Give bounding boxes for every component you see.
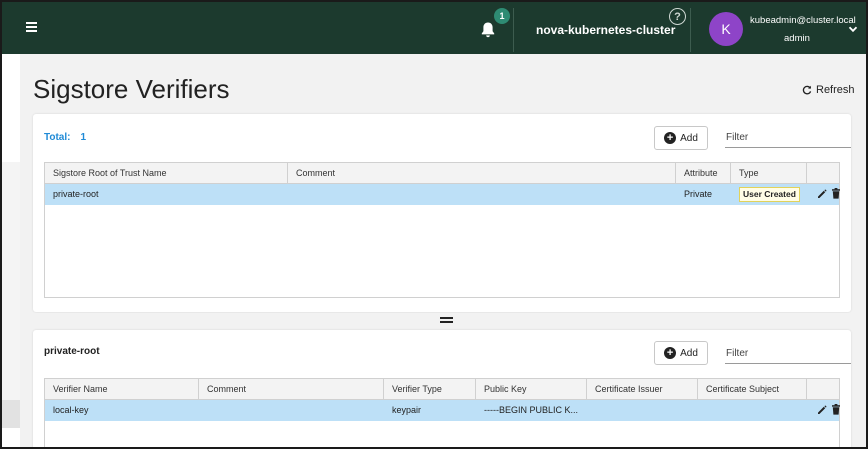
- user-role: admin: [784, 33, 810, 44]
- divider: [690, 8, 691, 52]
- selected-root-title: private-root: [44, 346, 100, 357]
- type-badge: User Created: [739, 187, 800, 202]
- page-title: Sigstore Verifiers: [33, 74, 230, 104]
- pencil-icon[interactable]: [817, 404, 827, 415]
- roots-of-trust-panel: Total: 1 + Add Sigstore Root of Trust Nam…: [33, 114, 851, 312]
- left-sidebar-region: [2, 400, 20, 428]
- roots-table-header: Sigstore Root of Trust Name Comment Attr…: [45, 163, 839, 184]
- total-value: 1: [80, 132, 87, 143]
- column-header-verifier-type[interactable]: Verifier Type: [384, 379, 476, 400]
- refresh-label: Refresh: [816, 84, 855, 96]
- trash-icon[interactable]: [831, 404, 841, 415]
- cell-certificate-issuer: [587, 400, 595, 421]
- table-row[interactable]: private-root Private User Created: [45, 184, 841, 205]
- cell-attribute: Private: [684, 189, 713, 199]
- table-row[interactable]: local-key keypair -----BEGIN PUBLIC K...: [45, 400, 841, 421]
- add-root-button[interactable]: + Add: [654, 126, 708, 150]
- cell-comment: [199, 400, 207, 421]
- column-header-actions: [807, 163, 841, 184]
- hamburger-menu-icon[interactable]: [26, 22, 37, 33]
- column-header-type[interactable]: Type: [731, 163, 807, 184]
- cell-verifier-type: keypair: [392, 405, 422, 415]
- verifiers-table: Verifier Name Comment Verifier Type Publ…: [44, 378, 841, 447]
- column-header-certificate-subject[interactable]: Certificate Subject: [698, 379, 807, 400]
- plus-circle-icon: +: [664, 347, 677, 359]
- cell-comment: [288, 184, 296, 205]
- total-label: Total:: [44, 132, 71, 143]
- add-verifier-button[interactable]: + Add: [654, 341, 708, 365]
- trash-icon[interactable]: [831, 188, 841, 199]
- notification-count-badge: 1: [494, 8, 510, 24]
- refresh-button[interactable]: Refresh: [802, 84, 855, 96]
- help-icon[interactable]: ?: [669, 8, 686, 25]
- column-header-comment[interactable]: Comment: [288, 163, 676, 184]
- drag-handle-icon[interactable]: [440, 317, 453, 323]
- cluster-name[interactable]: nova-kubernetes-cluster: [536, 23, 675, 37]
- verifiers-panel: private-root + Add Verifier Name Comment…: [33, 330, 851, 447]
- roots-table: Sigstore Root of Trust Name Comment Attr…: [44, 162, 840, 298]
- cell-verifier-name: local-key: [53, 405, 89, 415]
- cell-public-key: -----BEGIN PUBLIC K...: [484, 405, 579, 415]
- bell-icon[interactable]: [480, 21, 496, 39]
- cell-certificate-subject: [698, 400, 706, 421]
- column-header-certificate-issuer[interactable]: Certificate Issuer: [587, 379, 698, 400]
- pencil-icon[interactable]: [817, 188, 827, 199]
- top-navigation-bar: 1 nova-kubernetes-cluster ? K kubeadmin@…: [2, 2, 866, 54]
- add-verifier-label: Add: [680, 347, 698, 359]
- column-header-attribute[interactable]: Attribute: [676, 163, 731, 184]
- verifiers-filter-input[interactable]: [725, 344, 851, 364]
- app-window: 1 nova-kubernetes-cluster ? K kubeadmin@…: [0, 0, 868, 449]
- left-sidebar-region: [2, 162, 20, 400]
- column-header-public-key[interactable]: Public Key: [476, 379, 587, 400]
- total-count: Total: 1: [44, 132, 86, 143]
- column-header-root-name[interactable]: Sigstore Root of Trust Name: [45, 163, 288, 184]
- refresh-icon: [802, 85, 812, 95]
- column-header-actions: [807, 379, 841, 400]
- roots-filter-input[interactable]: [725, 128, 851, 148]
- add-root-label: Add: [680, 132, 698, 144]
- cell-root-name: private-root: [53, 189, 99, 199]
- column-header-comment[interactable]: Comment: [199, 379, 384, 400]
- user-avatar[interactable]: K: [709, 12, 743, 46]
- plus-circle-icon: +: [664, 132, 677, 144]
- verifiers-table-header: Verifier Name Comment Verifier Type Publ…: [45, 379, 839, 400]
- chevron-down-icon[interactable]: [848, 24, 858, 34]
- column-header-verifier-name[interactable]: Verifier Name: [45, 379, 199, 400]
- divider: [513, 8, 514, 52]
- user-email[interactable]: kubeadmin@cluster.local: [750, 15, 856, 26]
